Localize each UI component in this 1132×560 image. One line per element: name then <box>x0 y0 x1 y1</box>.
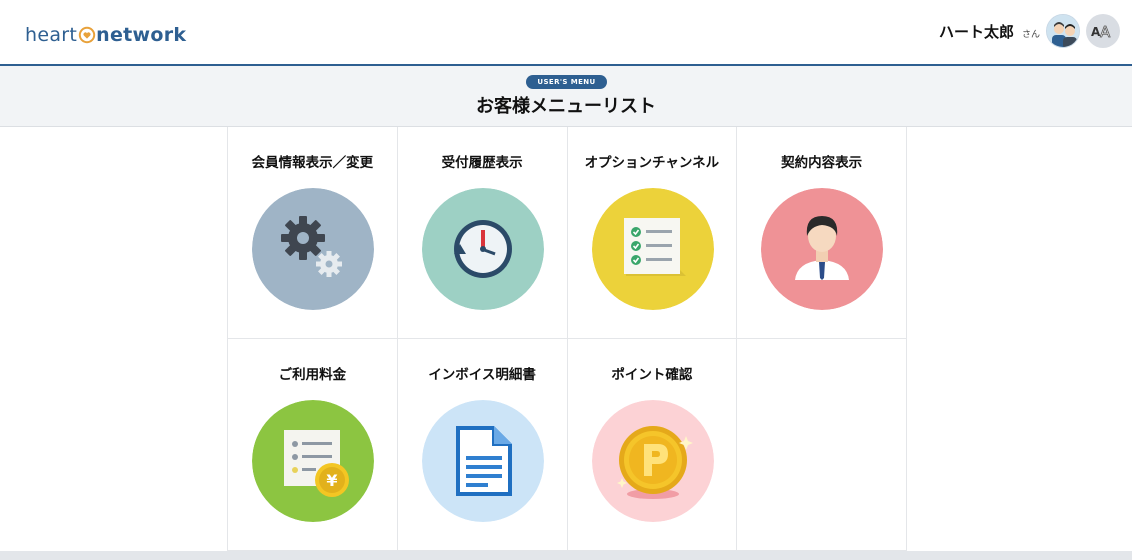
svg-text:A: A <box>1100 23 1111 39</box>
menu-item-label: オプションチャンネル <box>584 155 720 171</box>
logo-text-network: network <box>96 24 187 46</box>
menu-item-icon-circle <box>252 188 374 310</box>
footer-bar <box>0 551 1132 560</box>
logo-heart-icon <box>78 26 96 44</box>
person-icon <box>761 188 884 310</box>
menu-item-label: 会員情報表示／変更 <box>251 155 374 171</box>
menu-item-invoice-statement[interactable]: インボイス明細書 <box>397 339 568 551</box>
user-name: ハート太郎 <box>938 22 1014 41</box>
font-size-button[interactable]: A A <box>1086 14 1120 48</box>
menu-item-points[interactable]: ポイント確認 <box>567 339 738 551</box>
menu-item-icon-circle: ¥ <box>252 400 374 522</box>
document-icon <box>421 400 544 522</box>
menu-item-icon-circle <box>421 400 544 522</box>
avatar-people-icon <box>1047 15 1079 47</box>
invoice-yen-icon: ¥ <box>252 400 374 522</box>
svg-text:¥: ¥ <box>326 471 337 490</box>
checklist-icon <box>591 188 714 310</box>
menu-item-icon-circle <box>591 188 714 310</box>
clock-history-icon <box>421 188 544 310</box>
menu-item-option-channel[interactable]: オプションチャンネル <box>567 127 738 339</box>
menu-item-icon-circle <box>591 400 714 522</box>
user-menu-bar: USER'S MENU お客様メニューリスト <box>0 66 1132 127</box>
user-honorific: さん <box>1021 29 1040 40</box>
header: heart network ハート太郎 さん A A <box>0 0 1132 66</box>
point-coin-icon <box>591 400 714 522</box>
menu-grid: 会員情報表示／変更 受付履歴表示 オプションチャンネル 契約内容表示 ご利用料金… <box>227 127 907 551</box>
logo-text-heart: heart <box>25 24 78 46</box>
menu-item-icon-circle <box>421 188 544 310</box>
menu-item-member-info[interactable]: 会員情報表示／変更 <box>228 127 398 339</box>
font-size-icon: A A <box>1091 23 1111 39</box>
page-title: お客様メニューリスト <box>476 96 656 117</box>
gears-icon <box>252 188 374 310</box>
menu-empty-cell <box>737 339 907 551</box>
menu-item-label: ポイント確認 <box>611 367 693 383</box>
menu-item-icon-circle <box>761 188 884 310</box>
menu-item-label: 契約内容表示 <box>781 155 863 171</box>
menu-item-label: インボイス明細書 <box>428 367 536 383</box>
site-logo[interactable]: heart network <box>25 22 186 48</box>
menu-item-label: ご利用料金 <box>278 367 347 383</box>
avatar[interactable] <box>1046 14 1080 48</box>
menu-item-reception-history[interactable]: 受付履歴表示 <box>397 127 568 339</box>
menu-item-label: 受付履歴表示 <box>441 155 523 171</box>
menu-item-usage-fees[interactable]: ご利用料金 ¥ <box>228 339 398 551</box>
menu-item-contract-details[interactable]: 契約内容表示 <box>737 127 907 339</box>
users-menu-badge: USER'S MENU <box>526 75 607 89</box>
user-area: ハート太郎 さん A A <box>939 13 1120 49</box>
